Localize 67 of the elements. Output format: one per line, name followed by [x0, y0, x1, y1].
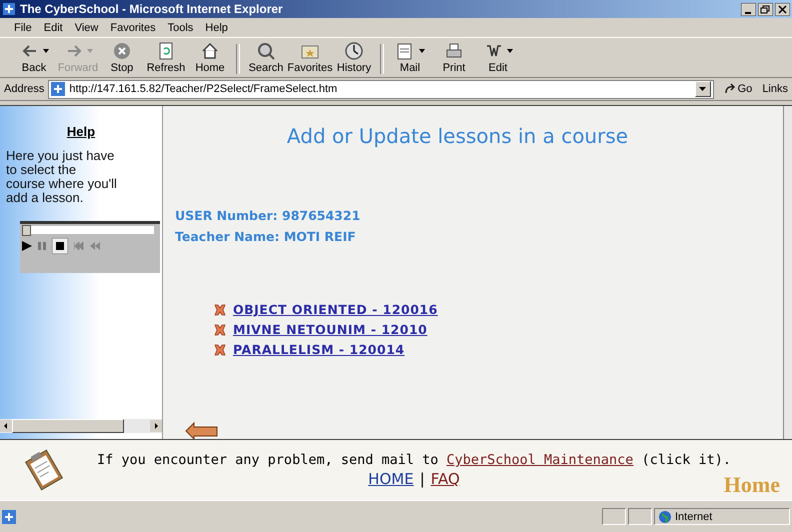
course-link[interactable]: PARALLELISM - 120014	[233, 342, 405, 357]
page-heading: Add or Update lessons in a course	[286, 124, 630, 148]
clock-icon	[344, 41, 364, 61]
menu-item[interactable]: Tools	[162, 22, 200, 34]
scroll-right-icon[interactable]	[150, 420, 162, 432]
address-field[interactable]: http://147.161.5.82/Teacher/P2Select/FrameSelect.htm	[48, 80, 714, 98]
vertical-scrollbar[interactable]	[783, 106, 792, 439]
stop-icon[interactable]	[52, 238, 68, 254]
menu-item[interactable]: Favorites	[104, 22, 162, 34]
address-label: Address	[4, 83, 44, 95]
page-icon	[51, 82, 66, 96]
status-pane	[628, 508, 652, 525]
bullet-icon	[213, 304, 227, 316]
course-link[interactable]: OBJECT ORIENTED - 120016	[233, 302, 438, 317]
back-arrow-icon[interactable]	[185, 421, 219, 439]
scroll-left-icon[interactable]	[0, 420, 12, 432]
go-arrow-icon	[724, 83, 736, 95]
menu-item[interactable]: Edit	[38, 22, 69, 34]
address-value: http://147.161.5.82/Teacher/P2Select/FrameSelect.htm	[69, 83, 338, 95]
toolbar-button[interactable]: Mail	[388, 41, 432, 74]
stop-icon	[112, 41, 132, 61]
help-message: If you encounter any problem, send mail to CyberSchool Maintenance (click it).	[97, 452, 731, 468]
caret-icon	[699, 87, 706, 91]
toolbar-button[interactable]: Print	[432, 41, 476, 74]
minimize-icon[interactable]	[741, 2, 756, 16]
teacher-name: Teacher Name: MOTI REIF	[175, 229, 357, 244]
caret-icon[interactable]	[42, 49, 48, 53]
links-button[interactable]: Links	[762, 83, 788, 95]
restore-icon[interactable]	[758, 2, 773, 16]
horizontal-scrollbar[interactable]	[0, 419, 162, 433]
close-icon[interactable]	[775, 2, 790, 16]
help-heading: Help	[66, 124, 96, 139]
page-icon	[2, 510, 16, 524]
link-separator: |	[420, 470, 425, 488]
toolbar-button[interactable]: Search	[244, 41, 288, 74]
dropdown-button[interactable]	[694, 81, 711, 97]
caret-icon[interactable]	[506, 49, 512, 53]
bullet-icon	[213, 324, 227, 336]
seek-thumb[interactable]	[22, 225, 31, 236]
caret-icon[interactable]	[418, 49, 424, 53]
scroll-thumb[interactable]	[12, 419, 124, 433]
go-button[interactable]: Go	[718, 83, 758, 95]
menu-item[interactable]: File	[8, 22, 38, 34]
browser-icon	[2, 2, 16, 16]
bullet-icon	[213, 344, 227, 356]
window-title: The CyberSchool - Microsoft Internet Explorer	[20, 2, 284, 16]
zone-label: Internet	[675, 510, 712, 522]
toolbar-button[interactable]: Back	[12, 41, 56, 74]
help-text: Here you just have to select the course where you'll add a lesson.	[6, 149, 118, 205]
menu-item[interactable]: View	[68, 22, 104, 34]
menu-item[interactable]: Help	[199, 22, 234, 34]
course-link[interactable]: MIVNE NETOUNIM - 12010	[233, 322, 428, 337]
globe-icon	[659, 510, 671, 522]
toolbar-button[interactable]: Stop	[100, 41, 144, 74]
status-pane	[602, 508, 626, 525]
mail-link[interactable]: CyberSchool Maintenance	[446, 452, 634, 468]
footer-link[interactable]: HOME	[368, 470, 414, 488]
toolbar-button[interactable]: Home	[188, 41, 232, 74]
play-icon[interactable]	[22, 241, 32, 251]
toolbar-button[interactable]: Refresh	[144, 41, 188, 74]
search-icon	[256, 41, 276, 61]
user-number: USER Number: 987654321	[175, 208, 362, 223]
toolbar-button[interactable]: Favorites	[288, 41, 332, 74]
toolbar-button[interactable]: History	[332, 41, 376, 74]
home-icon	[200, 41, 220, 61]
footer-link[interactable]: FAQ	[430, 470, 460, 488]
toolbar-button[interactable]: Edit	[476, 41, 520, 74]
